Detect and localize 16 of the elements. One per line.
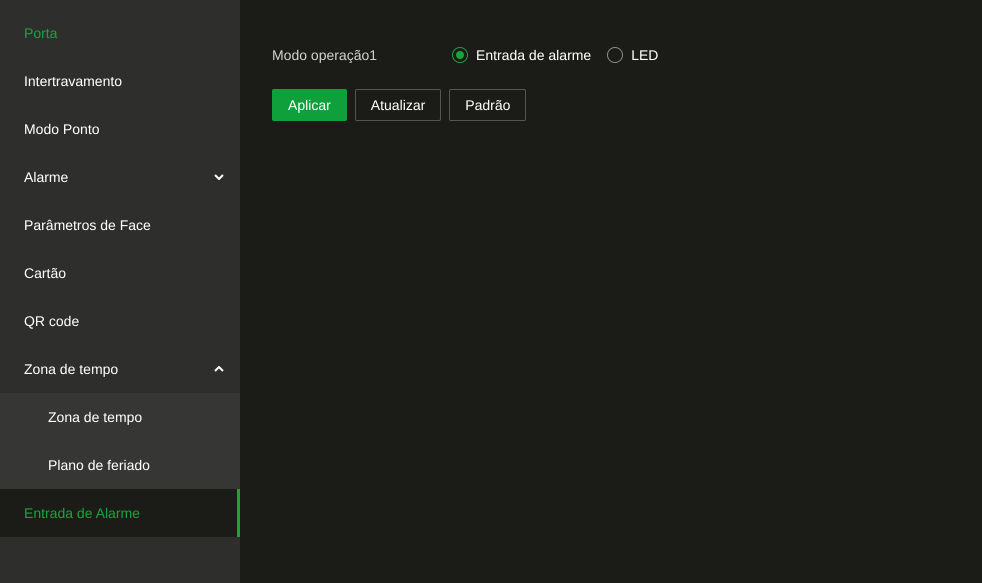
sidebar-item[interactable]: Porta (0, 9, 240, 57)
sidebar-item[interactable]: Zona de tempo (0, 345, 240, 393)
action-button[interactable]: Atualizar (354, 89, 442, 121)
sidebar-item[interactable]: Parâmetros de Face (0, 201, 240, 249)
sidebar-item[interactable]: QR code (0, 297, 240, 345)
sidebar-item[interactable]: Modo Ponto (0, 105, 240, 153)
radio-option[interactable]: Entrada de alarme (452, 44, 592, 66)
field-label: Modo operação1 (272, 46, 378, 65)
sidebar-subitem[interactable]: Plano de feriado (0, 441, 240, 489)
sidebar-item[interactable]: Entrada de Alarme (0, 489, 240, 537)
radio-option[interactable]: LED (607, 44, 658, 66)
sidebar-item[interactable]: Cartão (0, 249, 240, 297)
sidebar-item[interactable]: Intertravamento (0, 57, 240, 105)
sidebar-item[interactable]: Alarme (0, 153, 240, 201)
action-button[interactable]: Padrão (449, 89, 526, 121)
sidebar-subitem[interactable]: Zona de tempo (0, 393, 240, 441)
